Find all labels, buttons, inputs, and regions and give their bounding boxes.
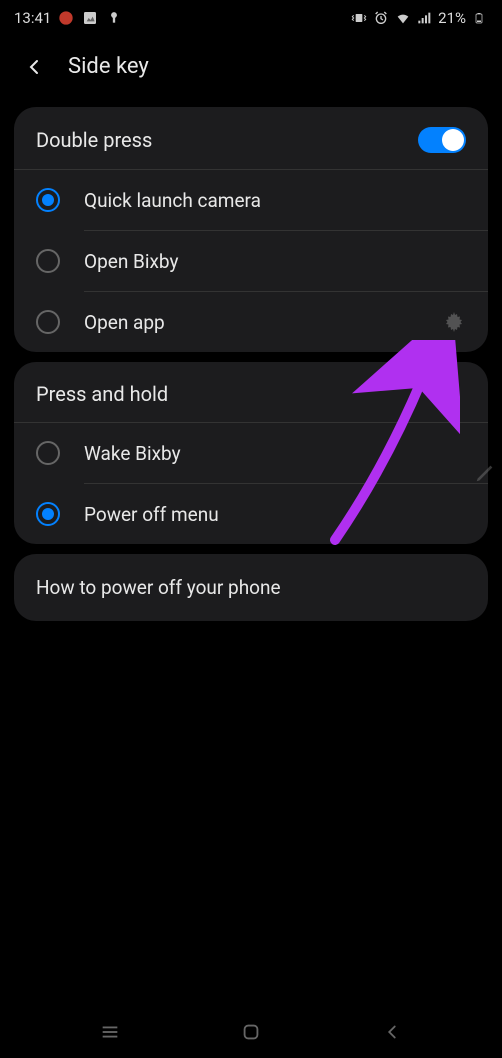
key-icon [105, 9, 123, 27]
double-press-toggle[interactable] [418, 127, 466, 153]
radio-selected-icon [36, 188, 60, 212]
wifi-icon [394, 9, 412, 27]
vibrate-icon [350, 9, 368, 27]
option-label: Wake Bixby [84, 442, 466, 465]
option-power-off-menu[interactable]: Power off menu [14, 484, 488, 544]
nav-bar [0, 1006, 502, 1058]
option-label: Open app [84, 311, 418, 334]
info-text: How to power off your phone [36, 576, 466, 599]
radio-unselected-icon [36, 441, 60, 465]
press-hold-title: Press and hold [36, 382, 168, 406]
radio-unselected-icon [36, 310, 60, 334]
nav-back[interactable] [352, 1012, 432, 1052]
option-label: Power off menu [84, 503, 466, 526]
nav-recents[interactable] [70, 1012, 150, 1052]
status-time: 13:41 [14, 9, 51, 27]
app-icon-1 [57, 9, 75, 27]
header: Side key [0, 36, 502, 97]
double-press-title: Double press [36, 128, 152, 152]
pencil-icon [474, 462, 498, 486]
status-bar: 13:41 21% [0, 0, 502, 36]
double-press-card: Double press Quick launch camera Open Bi… [14, 107, 488, 352]
option-quick-launch-camera[interactable]: Quick launch camera [14, 170, 488, 230]
battery-icon [470, 9, 488, 27]
gallery-icon [81, 9, 99, 27]
radio-unselected-icon [36, 249, 60, 273]
option-open-app[interactable]: Open app [14, 292, 488, 352]
gear-icon[interactable] [442, 310, 466, 334]
option-wake-bixby[interactable]: Wake Bixby [14, 423, 488, 483]
signal-icon [416, 9, 434, 27]
nav-home[interactable] [211, 1012, 291, 1052]
battery-percent: 21% [438, 9, 466, 27]
press-hold-card: Press and hold Wake Bixby Power off menu [14, 362, 488, 544]
how-to-power-off-card[interactable]: How to power off your phone [14, 554, 488, 621]
option-label: Quick launch camera [84, 189, 466, 212]
radio-selected-icon [36, 502, 60, 526]
page-title: Side key [68, 54, 149, 79]
alarm-icon [372, 9, 390, 27]
option-label: Open Bixby [84, 250, 466, 273]
option-open-bixby[interactable]: Open Bixby [14, 231, 488, 291]
back-button[interactable] [22, 55, 46, 79]
